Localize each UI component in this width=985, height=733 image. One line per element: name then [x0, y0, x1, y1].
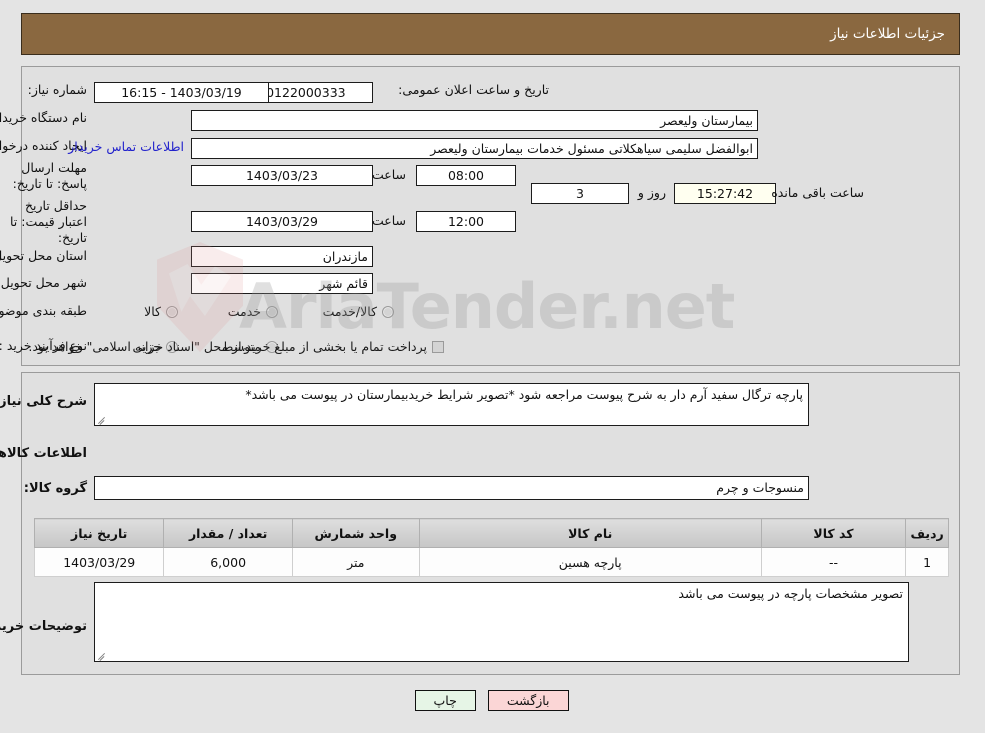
province-label: استان محل تحویل:	[0, 248, 88, 263]
goods-section-heading: اطلاعات کالاهای مورد نیاز	[0, 446, 88, 461]
print-button[interactable]: چاپ	[415, 690, 477, 711]
general-desc-value: پارچه ترگال سفید آرم دار به شرح پیوست مر…	[246, 387, 804, 402]
province-label-row: استان محل تحویل:	[0, 248, 88, 263]
response-deadline-time-field[interactable]: 08:00	[417, 165, 517, 186]
buyer-notes-label: توضیحات خریدار:	[0, 619, 88, 634]
price-validity-date-field[interactable]: 1403/03/29	[192, 211, 374, 232]
radio-icon[interactable]	[383, 305, 395, 318]
cell-row-no: 1	[906, 547, 950, 577]
radio-icon[interactable]	[167, 305, 179, 318]
price-validity-time-label: ساعت	[372, 213, 407, 228]
buyer-org-label: نام دستگاه خریدار:	[0, 110, 88, 125]
th-item-name: نام کالا	[419, 518, 763, 548]
page-header: جزئیات اطلاعات نیاز	[22, 13, 961, 55]
radio-classification-goods[interactable]: کالا	[145, 304, 179, 319]
city-label: شهر محل تحویل:	[0, 275, 88, 290]
goods-table: ردیف کد کالا نام کالا واحد شمارش تعداد /…	[34, 518, 950, 577]
th-item-code: کد کالا	[761, 518, 908, 548]
need-number-label: شماره نیاز:	[28, 82, 88, 97]
city-label-row: شهر محل تحویل:	[0, 275, 88, 290]
page-root: جزئیات اطلاعات نیاز شماره نیاز: 11030901…	[0, 0, 985, 733]
buyer-org-label-row: نام دستگاه خریدار:	[0, 110, 88, 125]
checkbox-label: پرداخت تمام یا بخشی از مبلغ خرید،از محل …	[29, 339, 428, 354]
price-validity-label: حداقل تاریخ اعتبار قیمت: تا تاریخ:	[10, 198, 88, 245]
buyer-contact-link[interactable]: اطلاعات تماس خریدار	[69, 139, 185, 154]
countdown-timer-field: 15:27:42	[675, 183, 777, 204]
resize-grip-icon[interactable]	[98, 415, 107, 425]
th-row-no: ردیف	[906, 518, 950, 548]
checkbox-icon[interactable]	[433, 340, 445, 353]
remaining-hours-label: ساعت باقی مانده	[772, 185, 865, 200]
cell-unit: متر	[292, 547, 421, 577]
footer-buttons: بازگشت چاپ	[0, 690, 985, 711]
need-number-label-row: شماره نیاز:	[29, 82, 88, 97]
goods-group-field[interactable]: منسوجات و چرم	[95, 476, 810, 500]
general-desc-label: شرح کلی نیاز:	[0, 394, 88, 409]
general-desc-textarea[interactable]: پارچه ترگال سفید آرم دار به شرح پیوست مر…	[95, 383, 810, 426]
radio-label: کالا/خدمت	[323, 304, 378, 319]
table-row: 1 -- پارچه هسین متر 6,000 1403/03/29	[34, 547, 950, 577]
cell-need-date: 1403/03/29	[34, 547, 166, 577]
public-announce-field[interactable]: 1403/03/19 - 16:15	[95, 82, 270, 103]
buyer-org-field[interactable]: بیمارستان ولیعصر	[192, 110, 759, 131]
response-deadline-label: مهلت ارسال پاسخ: تا تاریخ:	[13, 160, 88, 191]
radio-classification-service[interactable]: خدمت	[229, 304, 279, 319]
remaining-days-field[interactable]: 3	[532, 183, 630, 204]
back-button[interactable]: بازگشت	[488, 690, 570, 711]
classification-label: طبقه بندی موضوعی:	[0, 303, 88, 318]
th-unit: واحد شمارش	[292, 518, 421, 548]
province-field[interactable]: مازندران	[192, 246, 374, 267]
resize-grip-icon[interactable]	[98, 651, 107, 661]
cell-quantity: 6,000	[164, 547, 294, 577]
th-need-date: تاریخ نیاز	[34, 518, 166, 548]
buyer-notes-textarea[interactable]: تصویر مشخصات پارچه در پیوست می باشد	[95, 582, 910, 662]
cell-item-code: --	[761, 547, 908, 577]
cell-item-name: پارچه هسین	[419, 547, 763, 577]
radio-label: کالا	[145, 304, 162, 319]
price-validity-label-row: حداقل تاریخ اعتبار قیمت: تا تاریخ:	[0, 198, 88, 246]
buyer-notes-value: تصویر مشخصات پارچه در پیوست می باشد	[679, 586, 904, 601]
radio-label: خدمت	[228, 304, 262, 319]
price-validity-time-field[interactable]: 12:00	[417, 211, 517, 232]
requester-field[interactable]: ابوالفضل سلیمی سیاهکلاتی مسئول خدمات بیم…	[192, 138, 759, 159]
classification-label-row: طبقه بندی موضوعی:	[0, 303, 88, 318]
radio-classification-goods-service[interactable]: کالا/خدمت	[324, 304, 395, 319]
goods-group-label: گروه کالا:	[24, 481, 88, 496]
th-quantity: تعداد / مقدار	[164, 518, 294, 548]
days-and-label: روز و	[638, 185, 667, 200]
city-field[interactable]: قائم شهر	[192, 273, 374, 294]
response-deadline-time-label: ساعت	[372, 167, 407, 182]
radio-icon[interactable]	[267, 305, 279, 318]
table-header-row: ردیف کد کالا نام کالا واحد شمارش تعداد /…	[34, 518, 950, 548]
response-deadline-label-row: مهلت ارسال پاسخ: تا تاریخ:	[0, 160, 88, 192]
checkbox-treasury-payment[interactable]: پرداخت تمام یا بخشی از مبلغ خرید،از محل …	[29, 339, 445, 354]
buyer-contact-link-wrap[interactable]: اطلاعات تماس خریدار	[69, 139, 185, 154]
page-title: جزئیات اطلاعات نیاز	[831, 26, 946, 42]
announce-label-row: تاریخ و ساعت اعلان عمومی:	[399, 82, 550, 97]
response-deadline-date-field[interactable]: 1403/03/23	[192, 165, 374, 186]
public-announce-label: تاریخ و ساعت اعلان عمومی:	[399, 82, 550, 97]
